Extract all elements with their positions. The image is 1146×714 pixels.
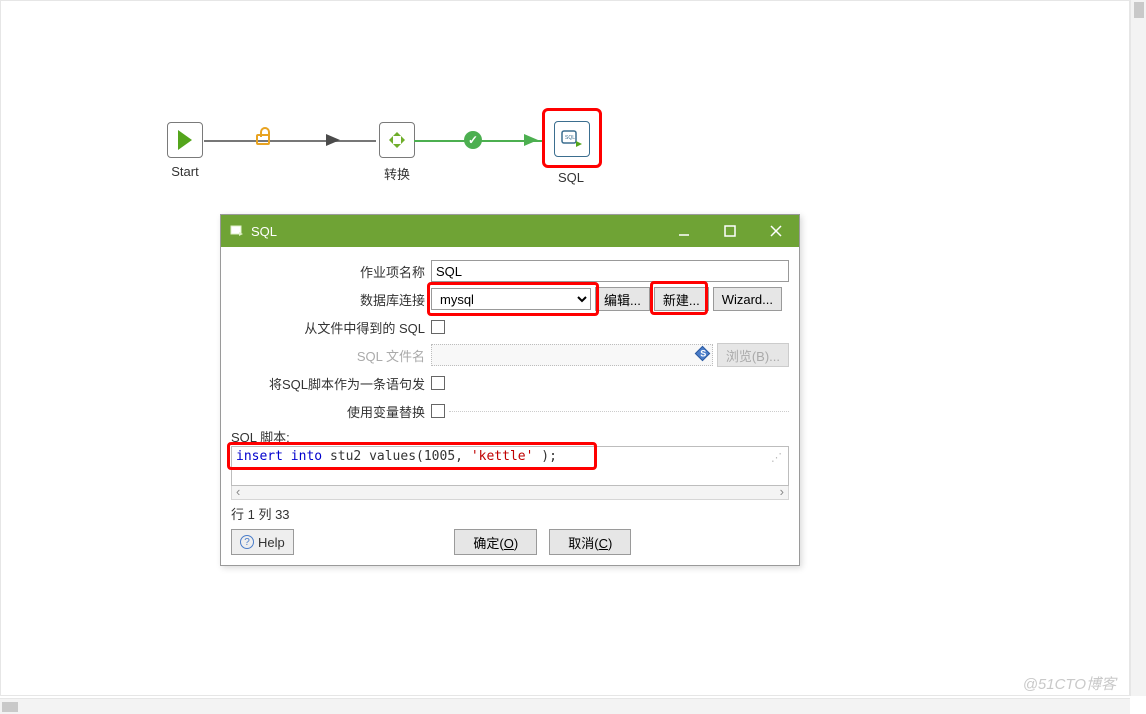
- node-label: Start: [160, 164, 210, 179]
- label-sql-script: SQL 脚本:: [231, 427, 789, 446]
- close-button[interactable]: [753, 215, 799, 247]
- new-connection-button[interactable]: 新建...: [654, 287, 709, 311]
- dialog-titlebar[interactable]: SQL: [221, 215, 799, 247]
- node-sql-highlight: SQL: [542, 108, 602, 168]
- sql-string: 'kettle': [471, 449, 534, 464]
- cursor-position: 行 1 列 33: [231, 504, 789, 523]
- sql-from-file-checkbox[interactable]: [431, 320, 445, 334]
- node-label: 转换: [372, 164, 422, 183]
- node-label: SQL: [558, 170, 584, 185]
- sql-icon[interactable]: SQL: [554, 121, 590, 157]
- maximize-button[interactable]: [707, 215, 753, 247]
- browse-button: 浏览(B)...: [717, 343, 789, 367]
- variable-replace-checkbox[interactable]: [431, 404, 445, 418]
- label-db-conn: 数据库连接: [231, 290, 431, 309]
- single-statement-checkbox[interactable]: [431, 376, 445, 390]
- dotted-filler: [449, 411, 789, 412]
- sql-text: stu2 values(1005,: [330, 449, 463, 464]
- sql-filename-input: [431, 344, 713, 366]
- sql-kw: insert: [236, 449, 283, 464]
- sql-editor-scrollbar[interactable]: [231, 486, 789, 500]
- label-sql-filename: SQL 文件名: [231, 346, 431, 365]
- minimize-button[interactable]: [661, 215, 707, 247]
- flow-canvas: Start 转换 ✓ SQL SQL: [0, 0, 1128, 694]
- help-button[interactable]: ? Help: [231, 529, 294, 555]
- sql-kw: into: [291, 449, 322, 464]
- label-sql-from-file: 从文件中得到的 SQL: [231, 318, 431, 337]
- check-icon: ✓: [464, 131, 482, 149]
- lock-icon: [256, 134, 270, 145]
- node-transform[interactable]: 转换: [372, 122, 422, 183]
- sql-text: );: [541, 449, 557, 464]
- label-job-name: 作业项名称: [231, 262, 431, 281]
- arrowhead-icon: [524, 134, 538, 146]
- sql-editor[interactable]: insert into stu2 values(1005, 'kettle' )…: [231, 446, 789, 486]
- db-connection-select[interactable]: mysql: [431, 288, 591, 310]
- variable-icon: [695, 346, 711, 362]
- help-icon: ?: [240, 535, 254, 549]
- vertical-scrollbar[interactable]: [1130, 0, 1146, 696]
- label-single-stmt: 将SQL脚本作为一条语句发: [231, 374, 431, 393]
- label-var-replace: 使用变量替换: [231, 402, 431, 421]
- transform-icon: [379, 122, 415, 158]
- dialog-title-icon: [229, 223, 245, 239]
- resize-grip-icon: ⋰: [771, 451, 782, 464]
- play-icon: [167, 122, 203, 158]
- ok-button[interactable]: 确定(O): [454, 529, 537, 555]
- connector: [340, 140, 376, 142]
- sql-dialog: SQL 作业项名称 数据库连接 mysql: [220, 214, 800, 566]
- job-name-input[interactable]: [431, 260, 789, 282]
- wizard-button[interactable]: Wizard...: [713, 287, 782, 311]
- dialog-title: SQL: [251, 224, 277, 239]
- node-start[interactable]: Start: [160, 122, 210, 179]
- edit-connection-button[interactable]: 编辑...: [595, 287, 650, 311]
- horizontal-scrollbar[interactable]: [0, 698, 1130, 714]
- dialog-body: 作业项名称 数据库连接 mysql 编辑... 新建... Wizard...: [221, 247, 799, 565]
- svg-text:SQL: SQL: [565, 135, 575, 141]
- cancel-button[interactable]: 取消(C): [549, 529, 631, 555]
- arrowhead-icon: [326, 134, 340, 146]
